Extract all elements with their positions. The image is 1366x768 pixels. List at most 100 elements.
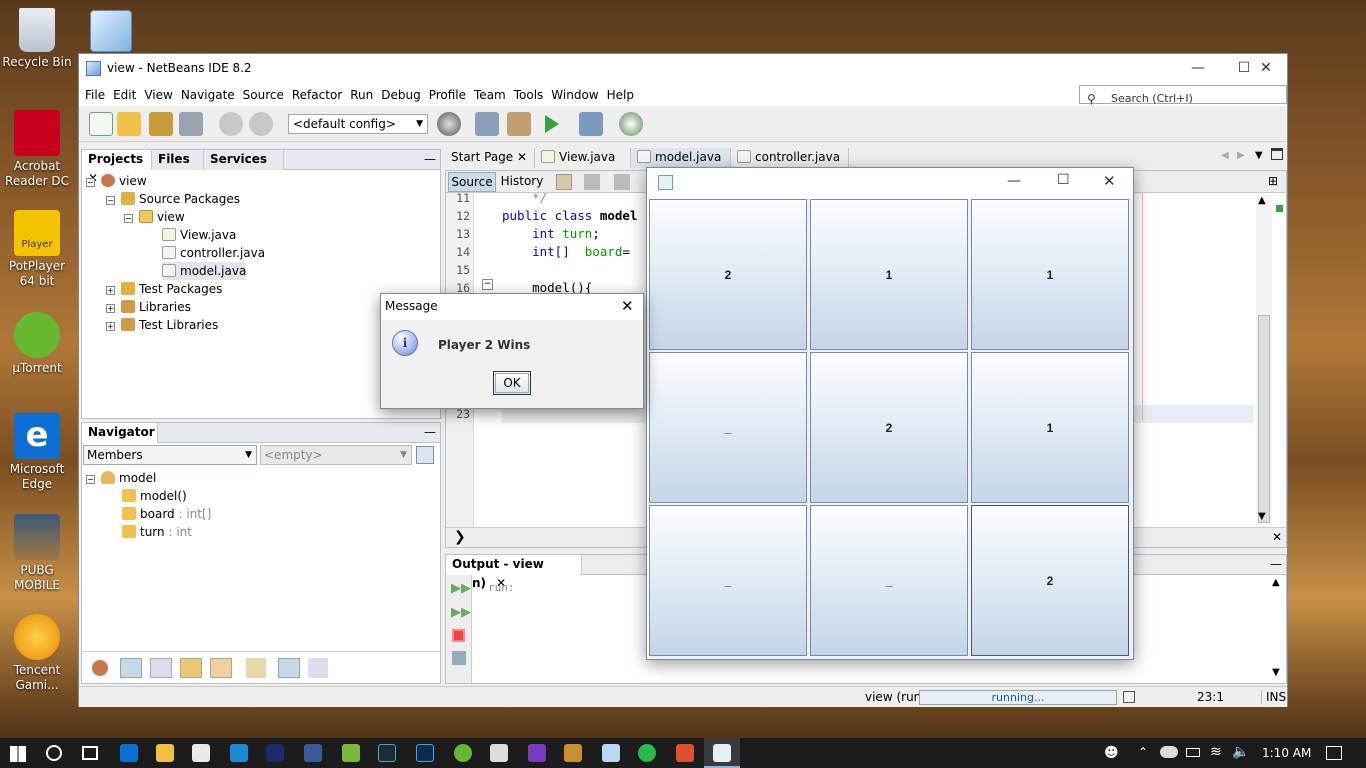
tree-item[interactable]: + Test Libraries: [106, 316, 218, 334]
board-cell[interactable]: 1: [971, 352, 1129, 503]
weather-channel-icon[interactable]: [266, 744, 284, 762]
menu-navigate[interactable]: Navigate: [177, 84, 239, 106]
tab-model-java[interactable]: model.java ✕: [631, 148, 731, 183]
tab-view-java[interactable]: View.java ✕: [535, 148, 631, 183]
config-select[interactable]: <default config> ▼: [288, 114, 428, 134]
expand-icon[interactable]: +: [106, 322, 115, 331]
collapse-icon[interactable]: −: [86, 178, 95, 187]
mail-icon[interactable]: [490, 744, 508, 762]
tab-controller-java[interactable]: controller.java ✕: [731, 148, 849, 183]
board-cell[interactable]: _: [649, 352, 807, 503]
desktop-icon-recycle-bin[interactable]: Recycle Bin: [2, 8, 72, 70]
menu-debug[interactable]: Debug: [377, 84, 424, 106]
tree-item[interactable]: View.java: [162, 226, 236, 244]
scroll-up-icon[interactable]: ▲: [1272, 577, 1280, 588]
expand-icon[interactable]: +: [106, 286, 115, 295]
members-select[interactable]: Members ▼: [83, 445, 257, 465]
scrollbar-thumb[interactable]: [1258, 315, 1270, 523]
action-center-icon[interactable]: [1326, 746, 1342, 760]
volume-icon[interactable]: 🔈: [1232, 744, 1249, 760]
undo-icon[interactable]: [219, 112, 243, 136]
menu-source[interactable]: Source: [239, 84, 288, 106]
desktop-icon-utorrent[interactable]: µTorrent: [2, 312, 72, 376]
stop-icon[interactable]: [452, 629, 465, 642]
notes-icon[interactable]: [342, 744, 360, 762]
scroll-down-icon[interactable]: ▼: [1272, 667, 1280, 678]
open-project-icon[interactable]: [149, 112, 173, 136]
menu-team[interactable]: Team: [470, 84, 510, 106]
menu-view[interactable]: View: [140, 84, 176, 106]
collapse-icon[interactable]: −: [106, 196, 115, 205]
board-cell[interactable]: 2: [649, 199, 807, 350]
netbeans-taskbar-icon[interactable]: [602, 744, 620, 762]
new-file-icon[interactable]: [89, 112, 113, 136]
scroll-up-icon[interactable]: ▲: [1258, 195, 1266, 206]
menu-file[interactable]: File: [81, 84, 109, 106]
minimize-panel-icon[interactable]: —: [1270, 557, 1282, 571]
desktop-icon-acrobat[interactable]: Acrobat Reader DC: [2, 110, 72, 189]
new-project-icon[interactable]: [117, 112, 141, 136]
sort-by-name-icon[interactable]: [308, 658, 328, 678]
progress-bar[interactable]: running...: [919, 690, 1117, 705]
tree-item[interactable]: − view: [86, 172, 147, 190]
output-scrollbar[interactable]: ▲ ▼: [1270, 577, 1284, 681]
lightroom-icon[interactable]: [378, 744, 396, 762]
tree-item[interactable]: − Source Packages: [106, 190, 240, 208]
minimize-button[interactable]: —: [1007, 173, 1021, 189]
board-cell[interactable]: 1: [810, 199, 968, 350]
desktop-icon-pubg[interactable]: PUBG MOBILE: [2, 514, 72, 593]
minimize-button[interactable]: —: [1175, 54, 1221, 84]
visual-studio-icon[interactable]: [528, 744, 546, 762]
tab-services[interactable]: Services: [204, 150, 284, 170]
menu-profile[interactable]: Profile: [425, 84, 470, 106]
output-settings-icon[interactable]: [452, 651, 466, 665]
dialog-close-button[interactable]: ✕: [621, 297, 634, 315]
collapse-icon[interactable]: −: [86, 475, 95, 484]
store-icon[interactable]: [192, 744, 210, 762]
minimize-panel-icon[interactable]: —: [424, 152, 436, 166]
maximize-button[interactable]: ☐: [1057, 172, 1070, 188]
maximize-editor-icon[interactable]: [1271, 148, 1283, 160]
back-icon[interactable]: [584, 174, 600, 190]
menu-help[interactable]: Help: [603, 84, 638, 106]
photoshop-icon[interactable]: [416, 744, 434, 762]
dosbox-icon[interactable]: [564, 744, 582, 762]
photos-icon[interactable]: [230, 744, 248, 762]
tab-navigator[interactable]: Navigator ✕: [82, 423, 158, 458]
build-icon[interactable]: [475, 112, 499, 136]
whatsapp-icon[interactable]: [638, 744, 656, 762]
close-button[interactable]: ✕: [1243, 54, 1289, 84]
tree-item[interactable]: − view: [124, 208, 185, 226]
scroll-down-icon[interactable]: ▼: [1258, 511, 1266, 522]
battery-icon[interactable]: [1186, 748, 1200, 757]
show-fields-icon[interactable]: [120, 658, 142, 678]
menu-tools[interactable]: Tools: [510, 84, 548, 106]
scroll-tabs-left-icon[interactable]: ◀: [1221, 150, 1229, 161]
board-cell[interactable]: _: [649, 505, 807, 656]
tab-files[interactable]: Files: [152, 150, 204, 170]
expand-icon[interactable]: +: [106, 304, 115, 313]
navigator-options-icon[interactable]: [416, 446, 434, 464]
edge-taskbar-icon[interactable]: [120, 744, 138, 762]
utorrent-taskbar-icon[interactable]: [454, 744, 472, 762]
desktop-icon-potplayer[interactable]: Player PotPlayer 64 bit: [2, 210, 72, 289]
show-inner-classes-icon[interactable]: [210, 658, 232, 678]
debug-icon[interactable]: [579, 112, 603, 136]
cortana-icon[interactable]: [46, 745, 62, 761]
file-explorer-icon[interactable]: [156, 744, 174, 762]
task-view-icon[interactable]: [82, 746, 98, 760]
matlab-icon[interactable]: [676, 744, 694, 762]
board-cell[interactable]: 2: [810, 352, 968, 503]
desktop-icon-edge[interactable]: e Microsoft Edge: [2, 413, 72, 492]
tree-item[interactable]: model.java: [162, 262, 247, 280]
clock[interactable]: 1:10 AM: [1262, 746, 1311, 760]
vertical-scrollbar[interactable]: ▲ ▼: [1256, 195, 1272, 525]
onedrive-icon[interactable]: [1160, 746, 1178, 758]
run-icon[interactable]: [545, 115, 559, 133]
board-cell[interactable]: 1: [971, 199, 1129, 350]
tree-item[interactable]: turn : int: [122, 523, 192, 541]
clean-build-icon[interactable]: [437, 112, 461, 136]
show-static-icon[interactable]: [150, 658, 172, 678]
profile-icon[interactable]: [619, 112, 643, 136]
menu-run[interactable]: Run: [346, 84, 377, 106]
